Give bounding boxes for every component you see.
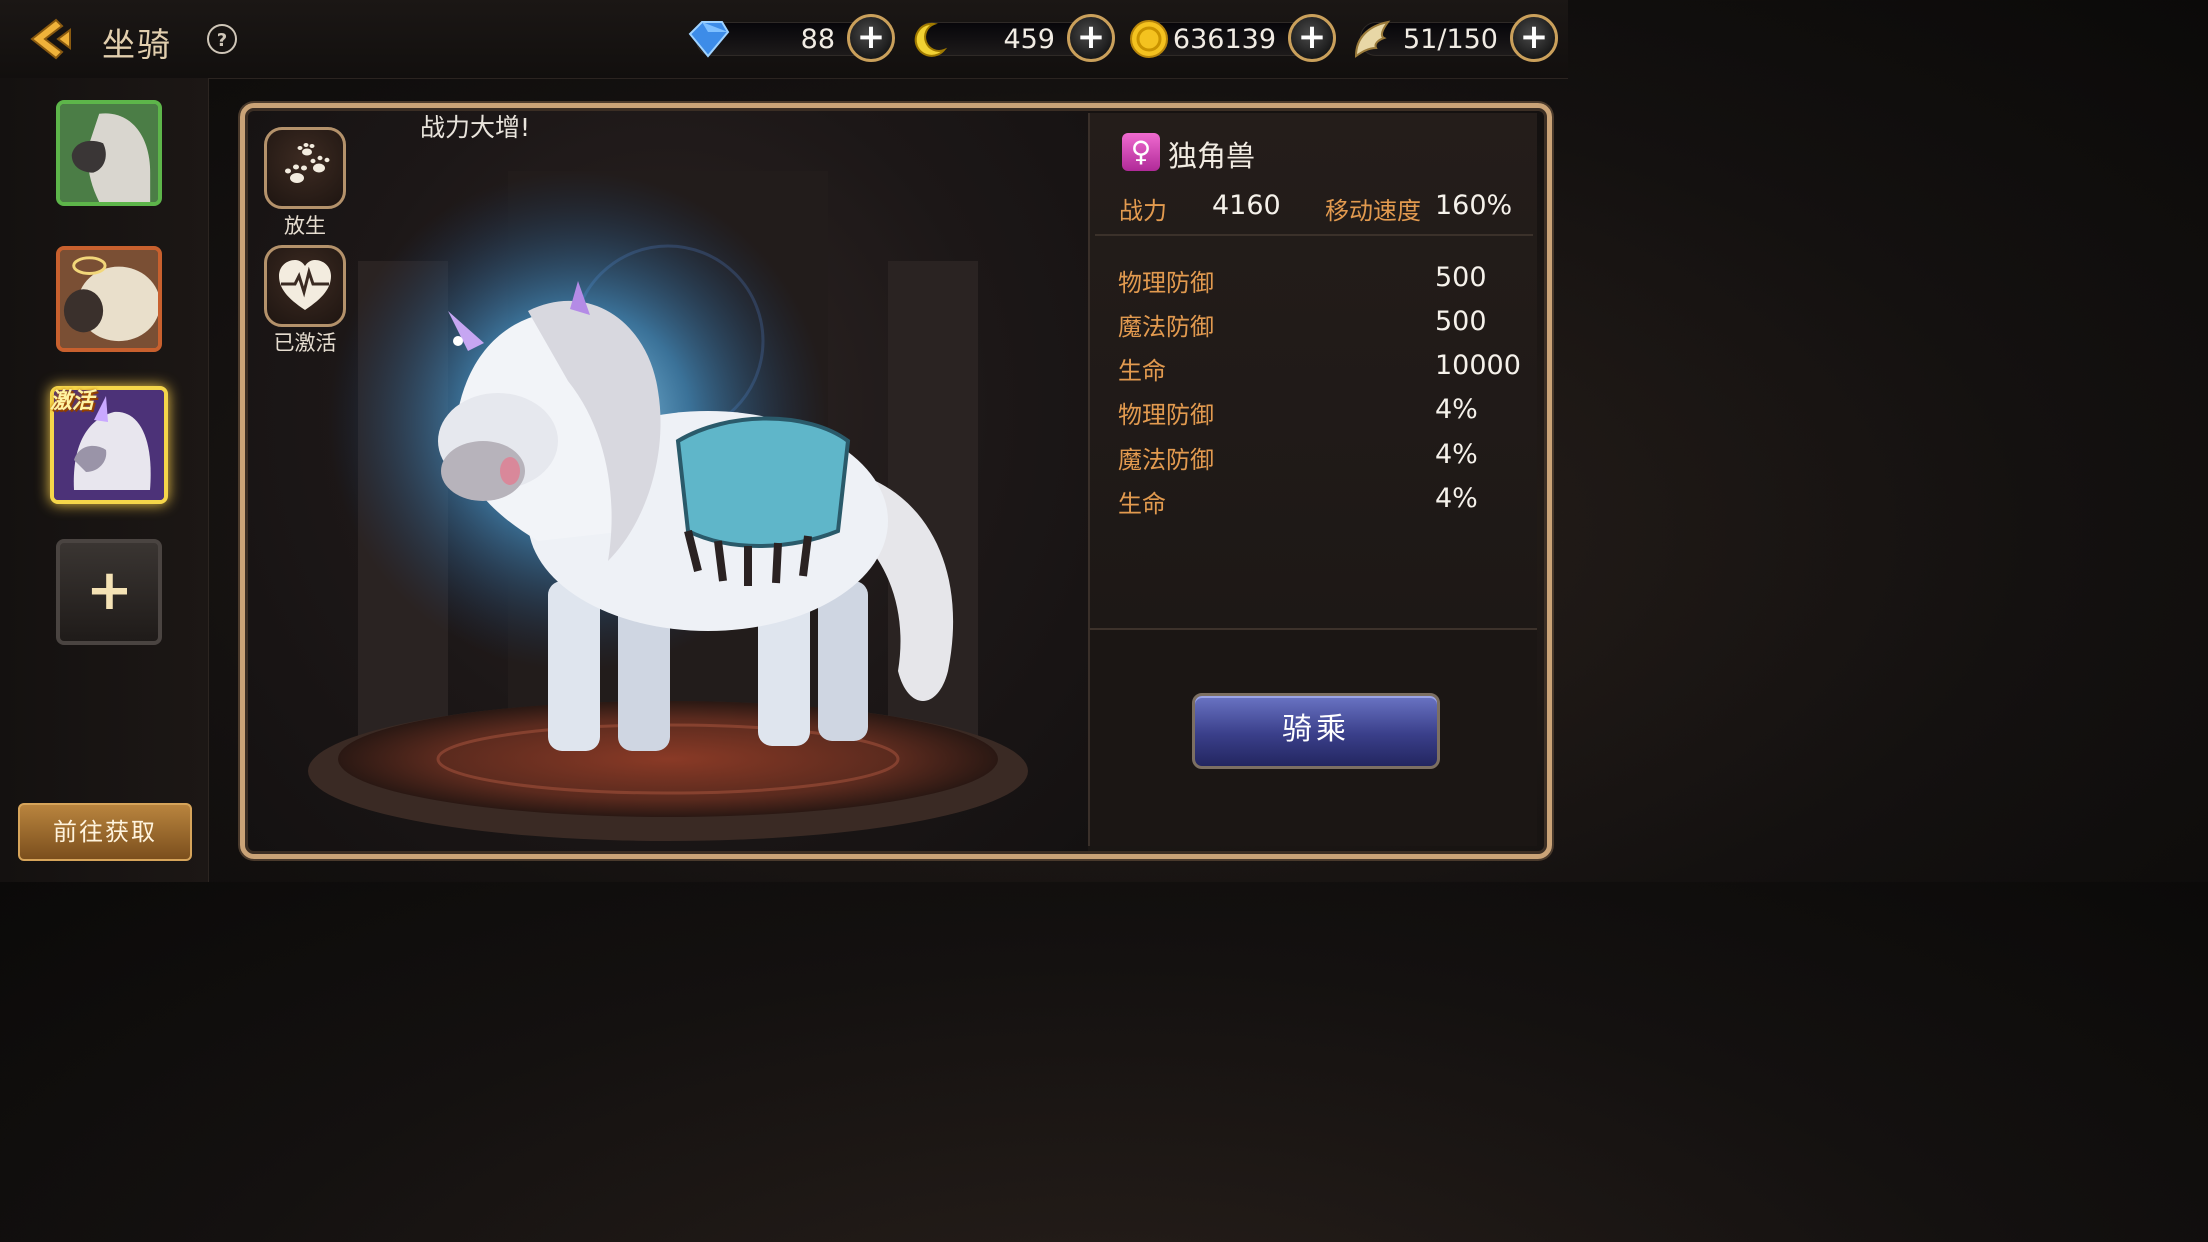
grey-horse-portrait-icon — [60, 104, 158, 202]
currency-value: 88 — [800, 24, 835, 55]
stat-value: 4% — [1435, 483, 1478, 514]
currency-value: 636139 — [1172, 24, 1276, 55]
release-label: 放生 — [284, 214, 326, 238]
stat-label: 生命 — [1118, 490, 1166, 518]
page-title: 坐骑 — [102, 25, 172, 64]
gold-coin-icon — [1130, 20, 1168, 58]
add-stamina-button[interactable]: + — [1510, 14, 1558, 62]
ride-button[interactable]: 骑乘 — [1192, 693, 1440, 769]
move-speed-label: 移动速度 — [1325, 197, 1421, 225]
stat-divider — [1095, 234, 1533, 236]
stat-label: 物理防御 — [1118, 269, 1214, 297]
stat-value: 500 — [1435, 262, 1487, 293]
power-label: 战力 — [1119, 197, 1167, 225]
blue-diamond-icon — [688, 21, 730, 58]
plus-icon: + — [86, 558, 133, 623]
back-button[interactable] — [22, 14, 78, 64]
release-button[interactable] — [264, 127, 346, 209]
heartbeat-heart-icon — [279, 260, 331, 310]
sheep-portrait-icon — [60, 250, 158, 348]
currency-gold: 636139 + — [1122, 14, 1336, 62]
golden-crescent-icon — [914, 22, 948, 57]
stat-label: 魔法防御 — [1118, 446, 1214, 474]
go-obtain-button[interactable]: 前往获取 — [18, 803, 192, 861]
add-crescent-button[interactable]: + — [1067, 14, 1115, 62]
angel-wing-icon — [1354, 20, 1391, 58]
stat-label: 魔法防御 — [1118, 313, 1214, 341]
currency-value: 51/150 — [1403, 24, 1498, 55]
female-gender-icon: ♀ — [1122, 133, 1160, 171]
back-arrow-icon — [30, 18, 71, 60]
activated-label: 已激活 — [273, 331, 337, 355]
stat-label: 生命 — [1118, 357, 1166, 385]
paw-prints-icon — [285, 143, 330, 183]
add-gold-button[interactable]: + — [1288, 14, 1336, 62]
stat-value: 4% — [1435, 439, 1478, 470]
currency-crescent: 459 + — [900, 14, 1115, 62]
move-speed-value: 160% — [1435, 190, 1513, 221]
stat-label: 物理防御 — [1118, 401, 1214, 429]
mount-slot-grey-horse[interactable] — [56, 100, 162, 206]
mount-slot-sheep[interactable] — [56, 246, 162, 352]
mount-name: 独角兽 — [1168, 139, 1256, 173]
currency-wing: 51/150 + — [1344, 14, 1558, 62]
help-button[interactable]: ? — [207, 24, 237, 54]
currency-value: 459 — [1003, 24, 1055, 55]
currency-diamond: 88 + — [680, 14, 895, 62]
power-value: 4160 — [1212, 190, 1281, 221]
stat-value: 4% — [1435, 394, 1478, 425]
active-badge: 激活 — [50, 389, 95, 414]
stat-value: 500 — [1435, 306, 1487, 337]
stat-value: 10000 — [1435, 350, 1521, 381]
activated-button[interactable] — [264, 245, 346, 327]
power-boost-banner: 战力大增! — [420, 113, 531, 142]
add-diamond-button[interactable]: + — [847, 14, 895, 62]
